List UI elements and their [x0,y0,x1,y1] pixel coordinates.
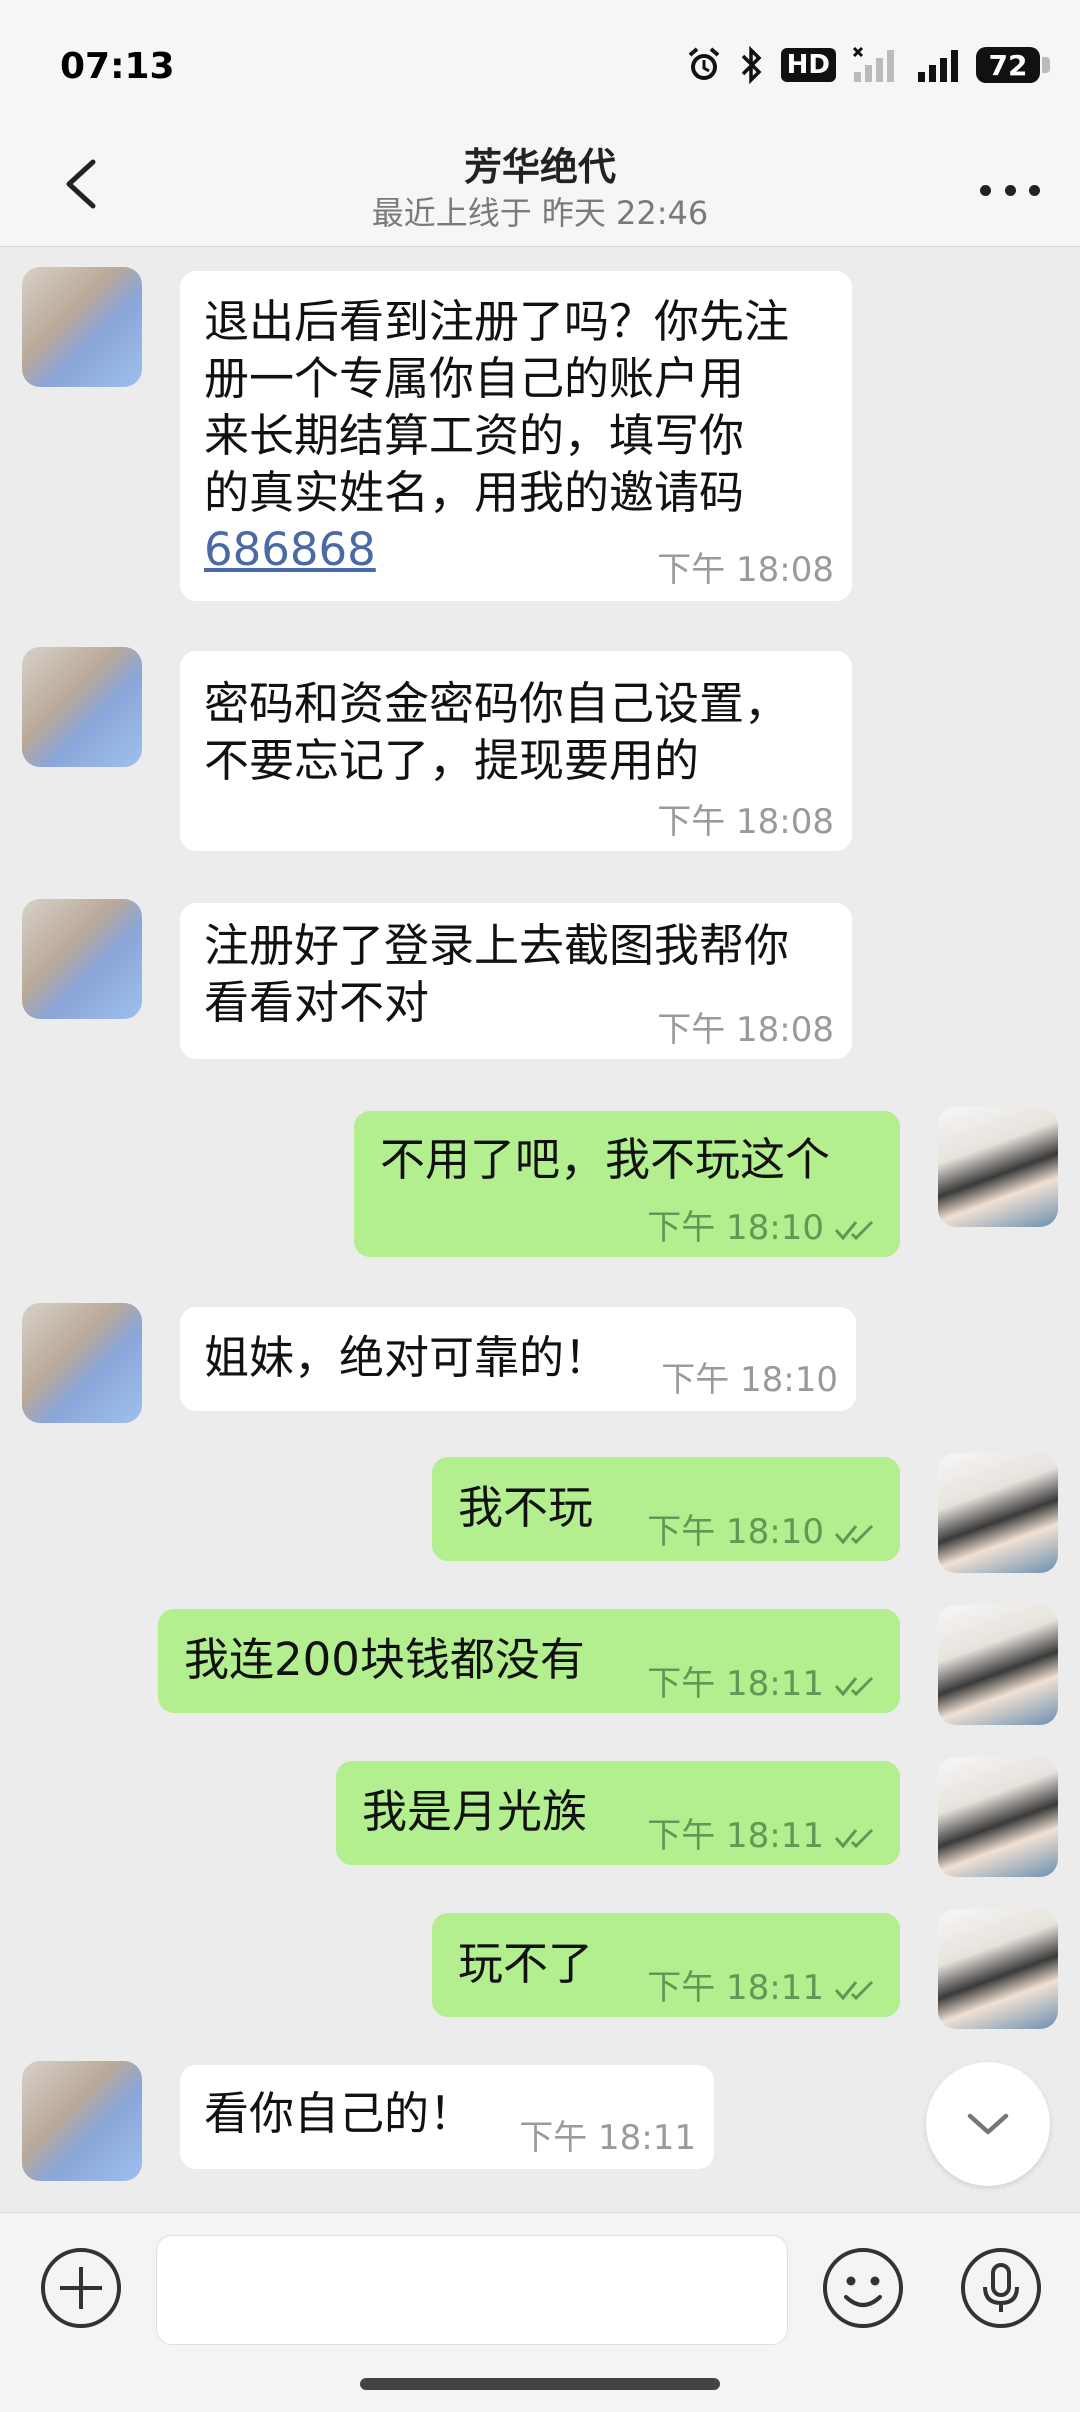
status-icons: HD 72 [685,46,1050,84]
last-seen-status: 最近上线于 昨天 22:46 [371,194,709,232]
hd-icon: HD [780,46,836,84]
status-bar: 07:13 HD 72 [0,0,1080,130]
message-text: 退出后看到注册了吗？你先注 [204,295,790,348]
message-time: 下午 18:11 [647,1664,824,1704]
my-avatar[interactable] [938,1605,1058,1725]
message-time: 下午 18:08 [657,802,834,842]
message-text: 看你自己的！ [204,2087,475,2140]
message-time: 下午 18:11 [647,1968,824,2008]
message-input[interactable] [156,2235,788,2345]
message-text: 注册好了登录上去截图我帮你 [204,919,790,972]
message-bubble-outgoing[interactable]: 我是月光族 下午 18:11 [336,1761,900,1865]
read-receipt-icon [834,1980,874,2000]
my-avatar[interactable] [938,1107,1058,1227]
message-text: 我连200块钱都没有 [184,1633,585,1686]
message-time: 下午 18:10 [647,1512,824,1552]
signal-weak-icon [852,46,896,84]
message-time: 下午 18:10 [661,1360,838,1400]
contact-avatar[interactable] [22,2061,142,2181]
message-time: 下午 18:08 [657,1010,834,1050]
my-avatar[interactable] [938,1909,1058,2029]
bluetooth-icon [739,46,765,84]
my-avatar[interactable] [938,1757,1058,1877]
microphone-icon[interactable] [958,2245,1044,2331]
more-options-icon[interactable] [980,170,1040,210]
message-bubble-incoming[interactable]: 看你自己的！ 下午 18:11 [180,2065,714,2169]
message-input-bar [0,2212,1080,2353]
contact-name[interactable]: 芳华绝代 [0,136,1080,191]
contact-avatar[interactable] [22,267,142,387]
message-text: 的真实姓名，用我的邀请码 [204,466,745,519]
message-bubble-incoming[interactable]: 注册好了登录上去截图我帮你 看看对不对 下午 18:08 [180,903,852,1059]
message-bubble-incoming[interactable]: 退出后看到注册了吗？你先注 册一个专属你自己的账户用 来长期结算工资的，填写你 … [180,271,852,601]
message-text: 不用了吧，我不玩这个 [380,1133,831,1186]
message-bubble-outgoing[interactable]: 玩不了 下午 18:11 [432,1913,900,2017]
contact-avatar[interactable] [22,1303,142,1423]
chevron-down-icon [967,2113,1009,2135]
message-text: 我是月光族 [362,1785,588,1838]
message-bubble-incoming[interactable]: 密码和资金密码你自己设置， 不要忘记了，提现要用的 下午 18:08 [180,651,852,851]
message-list[interactable]: 退出后看到注册了吗？你先注 册一个专属你自己的账户用 来长期结算工资的，填写你 … [0,247,1080,2212]
read-receipt-icon [834,1828,874,1848]
signal-5g-icon [912,46,960,84]
read-receipt-icon [834,1220,874,1240]
scroll-to-bottom-button[interactable] [926,2062,1050,2186]
alarm-icon [685,46,723,84]
message-bubble-incoming[interactable]: 姐妹，绝对可靠的！ 下午 18:10 [180,1307,856,1411]
status-time: 07:13 [60,46,175,87]
message-text: 玩不了 [458,1937,594,1990]
message-text: 密码和资金密码你自己设置， [204,677,790,730]
battery-icon: 72 [976,46,1050,84]
message-bubble-outgoing[interactable]: 我不玩 下午 18:10 [432,1457,900,1561]
message-time: 下午 18:08 [657,550,834,590]
message-text: 不要忘记了，提现要用的 [204,734,700,787]
chat-header: 芳华绝代 最近上线于 昨天 22:46 [0,130,1080,247]
plus-icon[interactable] [38,2245,124,2331]
read-receipt-icon [834,1676,874,1696]
message-bubble-outgoing[interactable]: 我连200块钱都没有 下午 18:11 [158,1609,900,1713]
emoji-icon[interactable] [820,2245,906,2331]
home-indicator[interactable] [360,2378,720,2390]
system-navigation-bar [0,2352,1080,2412]
message-time: 下午 18:11 [647,1816,824,1856]
message-bubble-outgoing[interactable]: 不用了吧，我不玩这个 下午 18:10 [354,1111,900,1257]
message-time: 下午 18:10 [647,1208,824,1248]
read-receipt-icon [834,1524,874,1544]
contact-avatar[interactable] [22,899,142,1019]
my-avatar[interactable] [938,1453,1058,1573]
message-text: 我不玩 [458,1481,594,1534]
message-text: 册一个专属你自己的账户用 [204,352,745,405]
message-text: 来长期结算工资的，填写你 [204,409,745,462]
message-time: 下午 18:11 [519,2118,696,2158]
message-text: 姐妹，绝对可靠的！ [204,1331,610,1384]
contact-avatar[interactable] [22,647,142,767]
